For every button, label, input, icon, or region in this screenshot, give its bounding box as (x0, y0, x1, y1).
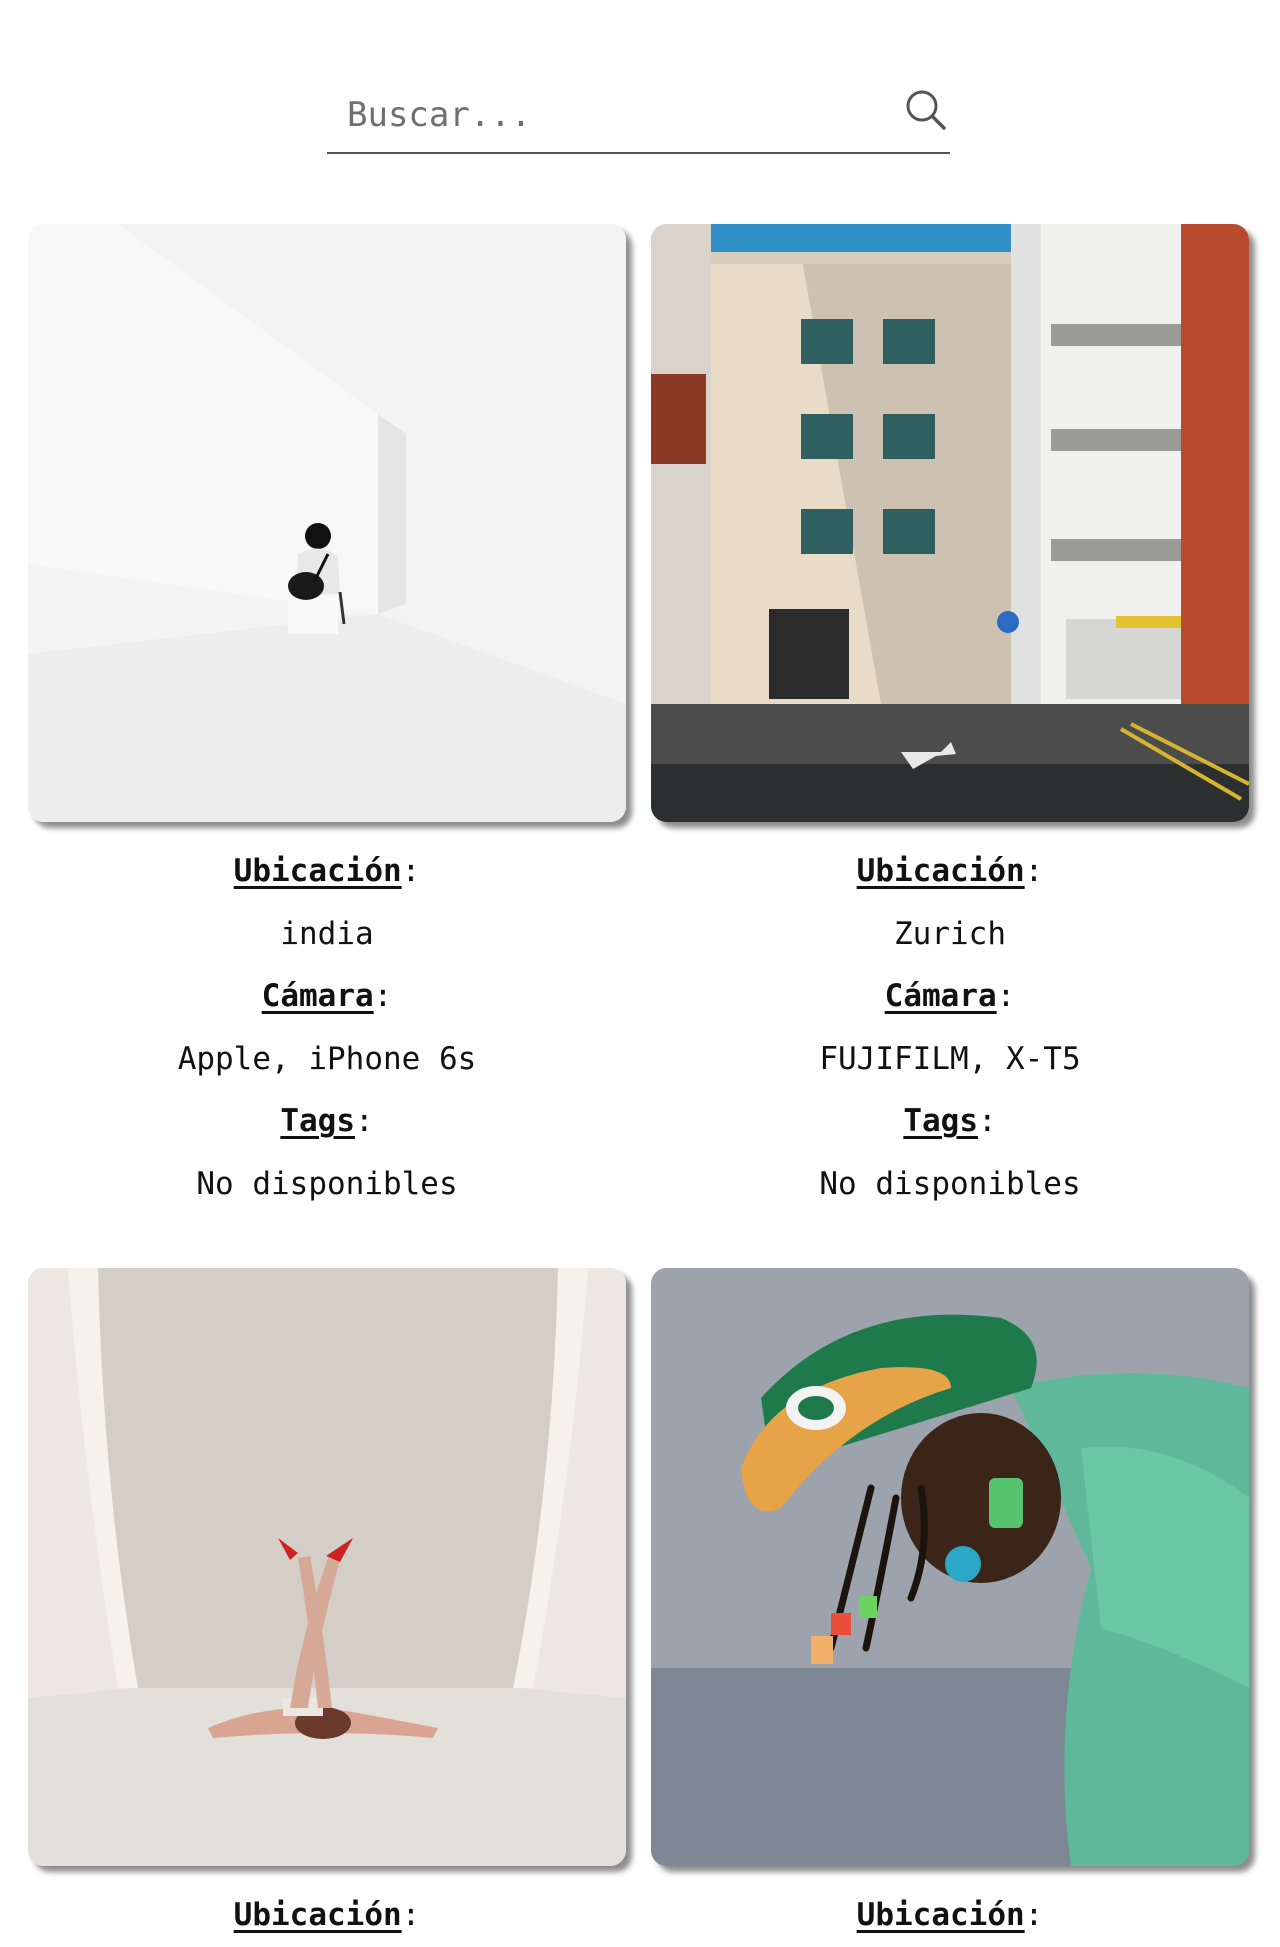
tags-value: No disponibles (196, 1165, 458, 1202)
tags-value: No disponibles (819, 1165, 1081, 1202)
location-label: Ubicación (856, 1897, 1025, 1933)
location-label: Ubicación (233, 853, 402, 889)
city-building-street-photo (651, 224, 1249, 822)
photo-card-image[interactable] (28, 1268, 626, 1866)
search-icon[interactable] (904, 88, 948, 132)
location-label: Ubicación (233, 1897, 402, 1933)
photo-card-image[interactable] (651, 224, 1249, 822)
tags-label: Tags (903, 1103, 978, 1140)
person-green-cap-braids-photo (651, 1268, 1249, 1866)
photo-card-image[interactable] (651, 1268, 1249, 1866)
photo-info: Ubicación: Zurich Cámara: FUJIFILM, X-T5… (651, 840, 1249, 1216)
photo-info: Ubicación: (856, 1897, 1044, 1933)
photo-info: Ubicación: india Cámara: Apple, iPhone 6… (28, 840, 626, 1216)
search-bar (327, 80, 950, 154)
location-value: Zurich (894, 915, 1006, 952)
camera-label: Cámara (884, 978, 997, 1015)
photo-card-image[interactable] (28, 224, 626, 822)
camera-value: FUJIFILM, X-T5 (819, 1040, 1081, 1077)
photo-info: Ubicación: (233, 1897, 421, 1933)
woman-legs-up-curtains-photo (28, 1268, 626, 1866)
tags-label: Tags (280, 1103, 355, 1140)
location-value: india (280, 915, 374, 952)
minimalist-white-room-person-photo (28, 224, 626, 822)
camera-value: Apple, iPhone 6s (177, 1040, 477, 1077)
search-input[interactable] (345, 86, 869, 144)
camera-label: Cámara (261, 978, 374, 1015)
location-label: Ubicación (856, 853, 1025, 889)
